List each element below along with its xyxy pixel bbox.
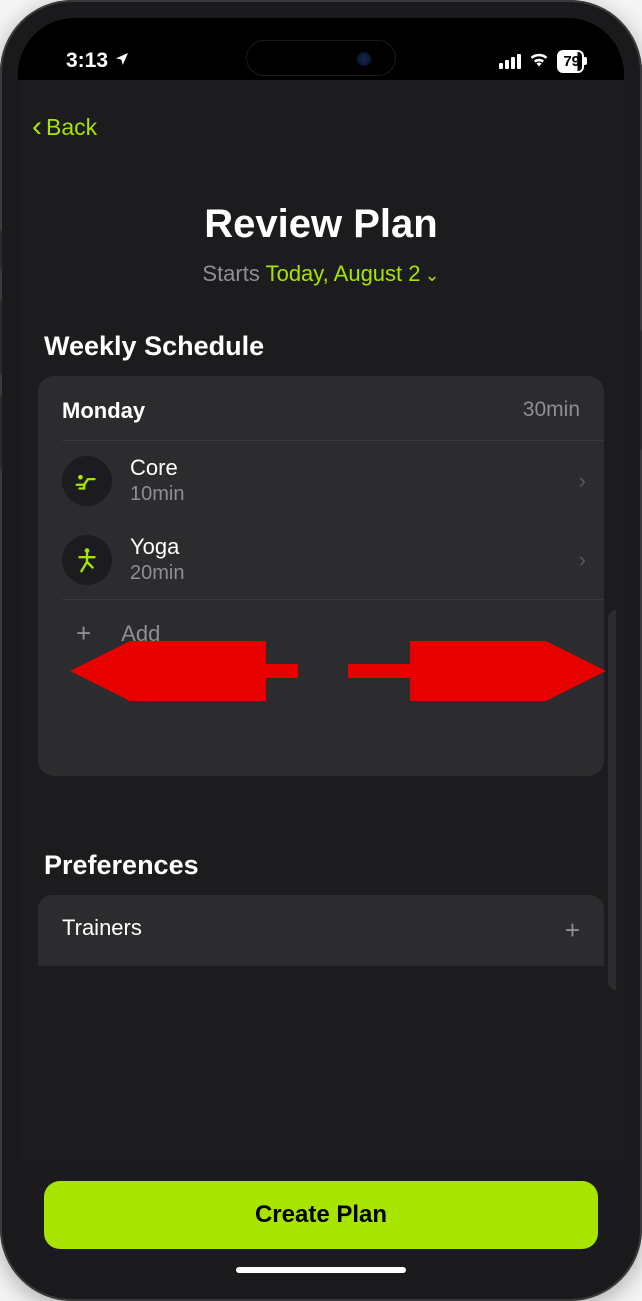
workout-name: Core: [130, 455, 561, 481]
day-name: Monday: [62, 398, 145, 424]
dynamic-island: [246, 40, 396, 76]
workout-row-core[interactable]: Core 10min ›: [38, 441, 604, 520]
back-label: Back: [46, 114, 97, 141]
phone-frame: 3:13 79 ‹ Back Review Plan Starts Today,: [0, 0, 642, 1301]
content-area: ‹ Back Review Plan Starts Today, August …: [18, 80, 624, 1283]
workout-text: Yoga 20min: [130, 534, 561, 585]
bottom-bar: Create Plan: [18, 1163, 624, 1283]
add-label: Add: [121, 621, 160, 647]
day-card-header: Monday 30min: [38, 394, 604, 440]
day-card[interactable]: Monday 30min Core 10min: [38, 376, 604, 776]
back-button[interactable]: ‹ Back: [18, 104, 115, 150]
cellular-icon: [499, 54, 521, 69]
core-icon: [62, 456, 112, 506]
status-left: 3:13: [66, 49, 130, 73]
home-indicator[interactable]: [236, 1267, 406, 1273]
starts-date: Today, August 2: [266, 261, 421, 286]
page-title: Review Plan: [18, 202, 624, 247]
weekly-schedule-heading: Weekly Schedule: [18, 287, 624, 376]
yoga-icon: [62, 535, 112, 585]
trainers-row[interactable]: Trainers +: [38, 895, 604, 966]
workout-duration: 20min: [130, 562, 561, 585]
workout-text: Core 10min: [130, 455, 561, 506]
status-right: 79: [499, 50, 584, 73]
chevron-down-icon: ⌄: [425, 265, 440, 285]
mute-switch: [0, 230, 2, 270]
plus-icon: +: [76, 618, 91, 649]
plus-icon: +: [565, 915, 580, 946]
add-workout-button[interactable]: + Add: [38, 600, 604, 667]
status-time: 3:13: [66, 49, 108, 73]
day-total-duration: 30min: [523, 398, 580, 424]
chevron-right-icon: ›: [579, 468, 586, 494]
chevron-right-icon: ›: [579, 547, 586, 573]
workout-duration: 10min: [130, 483, 561, 506]
next-day-card-peek[interactable]: [608, 610, 616, 990]
preferences-heading: Preferences: [18, 776, 624, 895]
starts-prefix: Starts: [202, 261, 265, 286]
location-icon: [114, 51, 130, 72]
wifi-icon: [529, 51, 549, 72]
volume-up-button: [0, 300, 2, 375]
trainers-label: Trainers: [62, 915, 142, 946]
screen: 3:13 79 ‹ Back Review Plan Starts Today,: [18, 18, 624, 1283]
battery-indicator: 79: [557, 50, 584, 73]
chevron-left-icon: ‹: [32, 112, 42, 142]
start-date-selector[interactable]: Starts Today, August 2⌄: [18, 261, 624, 287]
volume-down-button: [0, 395, 2, 470]
workout-name: Yoga: [130, 534, 561, 560]
create-plan-button[interactable]: Create Plan: [44, 1181, 598, 1249]
workout-row-yoga[interactable]: Yoga 20min ›: [38, 520, 604, 599]
